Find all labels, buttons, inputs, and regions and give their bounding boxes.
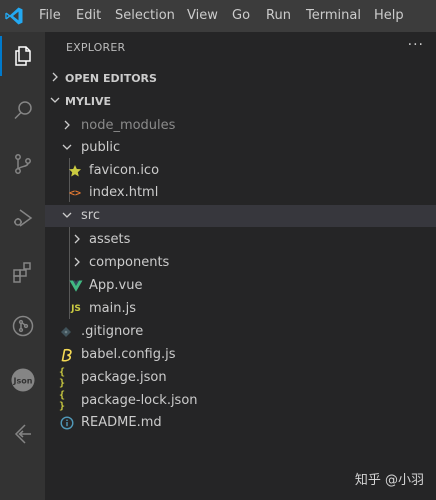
files-icon bbox=[14, 46, 31, 66]
run-debug-activity-button[interactable] bbox=[0, 198, 45, 238]
menu-file[interactable]: File bbox=[39, 8, 61, 24]
tree-item-label: index.html bbox=[89, 185, 159, 200]
tree-item-node-modules[interactable]: node_modules bbox=[45, 115, 436, 137]
tree-item-label: public bbox=[81, 140, 121, 155]
remote-icon bbox=[14, 424, 31, 444]
chevron-right-icon bbox=[64, 120, 70, 130]
html-icon: <> bbox=[68, 187, 82, 199]
tree-item-favicon[interactable]: favicon.ico bbox=[45, 160, 436, 182]
extensions-icon bbox=[12, 262, 31, 283]
tree-item-label: components bbox=[89, 255, 170, 270]
project-label: MYLIVE bbox=[65, 95, 112, 108]
vscode-logo-icon[interactable] bbox=[4, 6, 24, 26]
tree-item-babel-config[interactable]: babel.config.js bbox=[45, 344, 436, 366]
git-graph-activity-button[interactable] bbox=[0, 306, 45, 346]
tree-item-app-vue[interactable]: App.vue bbox=[45, 275, 436, 297]
tree-item-public[interactable]: public bbox=[45, 137, 436, 159]
source-control-icon bbox=[14, 154, 31, 174]
star-icon bbox=[69, 165, 81, 177]
tree-item-label: node_modules bbox=[81, 118, 176, 133]
menu-run[interactable]: Run bbox=[266, 8, 291, 24]
title-bar: File Edit Selection View Go Run Terminal… bbox=[0, 0, 436, 32]
source-control-activity-button[interactable] bbox=[0, 144, 45, 184]
tree-item-assets[interactable]: assets bbox=[45, 229, 436, 251]
info-icon bbox=[60, 416, 74, 430]
chevron-down-icon bbox=[50, 97, 60, 103]
tree-item-src[interactable]: src bbox=[45, 205, 436, 227]
tree-item-label: babel.config.js bbox=[81, 347, 176, 362]
tree-item-label: favicon.ico bbox=[89, 163, 160, 178]
project-section[interactable]: MYLIVE bbox=[45, 90, 436, 112]
search-activity-button[interactable] bbox=[0, 90, 45, 130]
json-icon: { } bbox=[59, 367, 66, 389]
tree-item-label: src bbox=[81, 208, 100, 223]
tree-item-index-html[interactable]: <> index.html bbox=[45, 182, 436, 204]
json-extension-label: Json bbox=[12, 377, 32, 386]
open-editors-section[interactable]: OPEN EDITORS bbox=[45, 67, 436, 89]
watermark-text: 知乎 @小羽 bbox=[354, 473, 424, 488]
menu-terminal[interactable]: Terminal bbox=[306, 8, 361, 24]
tree-item-package-json[interactable]: { } package.json bbox=[45, 367, 436, 389]
json-activity-button[interactable]: Json bbox=[0, 360, 45, 400]
chevron-down-icon bbox=[62, 144, 72, 150]
tree-item-label: assets bbox=[89, 232, 131, 247]
babel-icon bbox=[61, 348, 72, 362]
tree-item-main-js[interactable]: JS main.js bbox=[45, 298, 436, 320]
tree-item-label: README.md bbox=[81, 415, 162, 430]
chevron-right-icon bbox=[74, 234, 80, 244]
js-icon: JS bbox=[71, 304, 81, 314]
explorer-title: EXPLORER bbox=[66, 41, 126, 54]
activity-bar: Json bbox=[0, 32, 45, 500]
explorer-activity-button[interactable] bbox=[0, 36, 45, 76]
git-graph-icon bbox=[12, 315, 33, 337]
menu-selection[interactable]: Selection bbox=[115, 8, 175, 24]
menu-view[interactable]: View bbox=[187, 8, 218, 24]
chevron-right-icon bbox=[52, 72, 58, 82]
menu-help[interactable]: Help bbox=[374, 8, 404, 24]
tree-item-label: App.vue bbox=[89, 278, 143, 293]
tree-item-label: main.js bbox=[89, 301, 136, 316]
extensions-activity-button[interactable] bbox=[0, 252, 45, 292]
tree-item-readme[interactable]: README.md bbox=[45, 412, 436, 434]
menu-go[interactable]: Go bbox=[232, 8, 250, 24]
json-extension-icon: Json bbox=[11, 368, 34, 392]
tree-item-label: package-lock.json bbox=[81, 393, 198, 408]
git-icon bbox=[61, 327, 71, 337]
remote-activity-button[interactable] bbox=[0, 414, 45, 454]
run-debug-icon bbox=[13, 209, 32, 227]
tree-item-components[interactable]: components bbox=[45, 252, 436, 274]
explorer-sidebar: EXPLORER ··· OPEN EDITORS MYLIVE node_mo… bbox=[45, 32, 436, 500]
tree-item-package-lock-json[interactable]: { } package-lock.json bbox=[45, 390, 436, 412]
menu-edit[interactable]: Edit bbox=[76, 8, 101, 24]
json-icon: { } bbox=[59, 390, 66, 412]
search-icon bbox=[13, 101, 32, 120]
more-actions-button[interactable]: ··· bbox=[408, 37, 424, 53]
tree-item-label: .gitignore bbox=[81, 324, 144, 339]
tree-item-gitignore[interactable]: .gitignore bbox=[45, 321, 436, 343]
tree-item-label: package.json bbox=[81, 370, 167, 385]
vue-icon bbox=[69, 280, 83, 292]
chevron-down-icon bbox=[62, 212, 72, 218]
chevron-right-icon bbox=[74, 257, 80, 267]
open-editors-label: OPEN EDITORS bbox=[65, 72, 157, 85]
